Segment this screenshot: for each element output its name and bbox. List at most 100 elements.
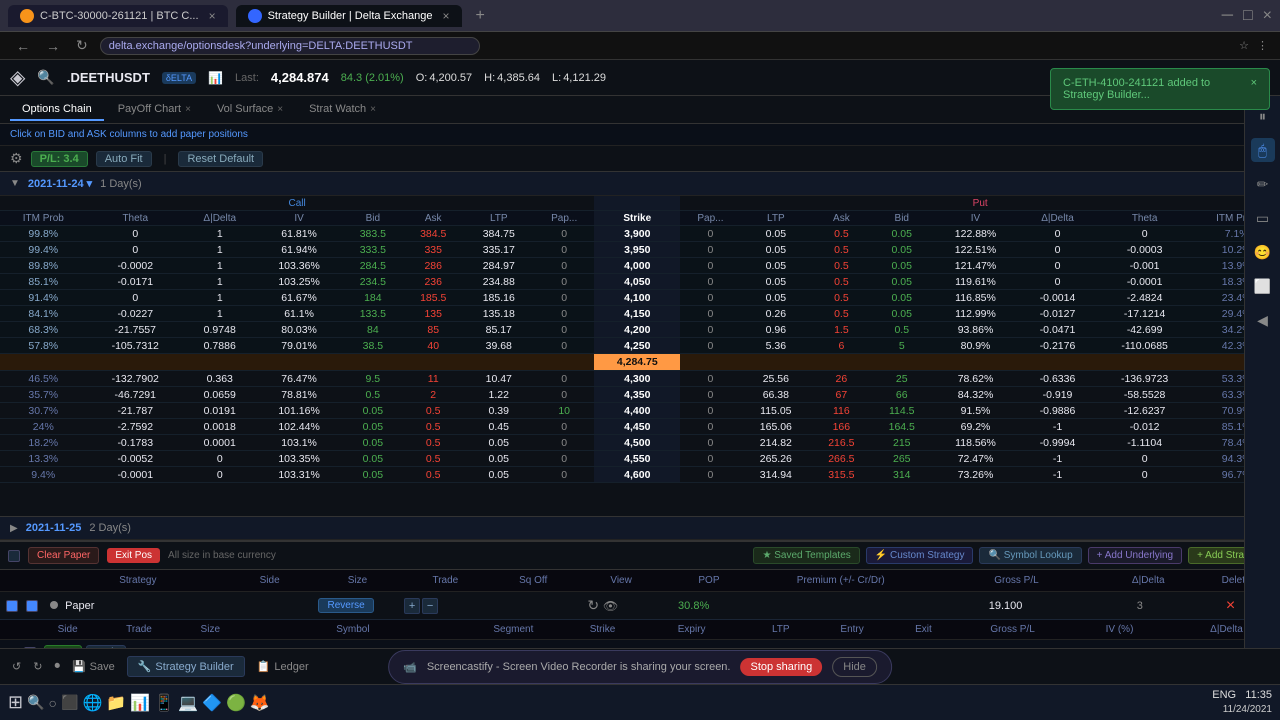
strike-cell[interactable]: 4,500 [594, 435, 680, 451]
minimize-btn[interactable]: ─ [1222, 7, 1233, 25]
call-ask-cell[interactable]: 2 [403, 387, 463, 403]
put-bid-cell[interactable]: 0.05 [872, 242, 932, 258]
call-ask-cell[interactable]: 286 [403, 258, 463, 274]
put-ask-cell[interactable]: 266.5 [811, 451, 871, 467]
excel-icon[interactable]: 📊 [130, 693, 150, 713]
col-put-bid[interactable]: Bid [872, 211, 932, 226]
symbol-lookup-btn[interactable]: 🔍 Symbol Lookup [979, 547, 1081, 564]
put-bid-cell[interactable]: 0.05 [872, 258, 932, 274]
tab-2-close[interactable]: × [442, 9, 449, 23]
clear-paper-btn[interactable]: Clear Paper [28, 547, 99, 564]
put-bid-cell[interactable]: 314 [872, 467, 932, 483]
put-ask-cell[interactable]: 67 [811, 387, 871, 403]
call-bid-cell[interactable]: 0.05 [343, 419, 403, 435]
bookmark-icon[interactable]: ☆ [1239, 39, 1249, 52]
edge-icon[interactable]: 🌐 [82, 693, 102, 713]
tab-payoff-close[interactable]: × [185, 104, 191, 115]
put-bid-cell[interactable]: 0.05 [872, 274, 932, 290]
strike-cell[interactable]: 4,250 [594, 338, 680, 354]
custom-strategy-btn[interactable]: ⚡ Custom Strategy [866, 547, 974, 564]
put-ask-cell[interactable]: 0.5 [811, 306, 871, 322]
record-btn[interactable]: ⏺ [54, 660, 60, 673]
reset-default-btn[interactable]: Reset Default [178, 151, 263, 167]
strategy-checkbox[interactable] [8, 550, 20, 562]
call-ask-cell[interactable]: 335 [403, 242, 463, 258]
call-ask-cell[interactable]: 85 [403, 322, 463, 338]
undo-btn[interactable]: ↺ [12, 660, 21, 673]
refresh-btn[interactable]: ↻ [72, 37, 92, 54]
expand-date-1[interactable]: ▼ [10, 178, 20, 189]
call-bid-cell[interactable]: 184 [343, 290, 403, 306]
new-tab-btn[interactable]: + [470, 7, 491, 25]
strike-cell[interactable]: 4,600 [594, 467, 680, 483]
strike-cell[interactable]: 4,400 [594, 403, 680, 419]
expiry-date-2[interactable]: 2021-11-25 [26, 522, 82, 534]
call-bid-cell[interactable]: 0.05 [343, 403, 403, 419]
strike-cell[interactable]: 4,300 [594, 371, 680, 387]
call-bid-cell[interactable]: 0.05 [343, 467, 403, 483]
put-bid-cell[interactable]: 265 [872, 451, 932, 467]
view-refresh-icon[interactable]: ↻ [587, 597, 599, 614]
search-taskbar-icon[interactable]: 🔍 [27, 694, 44, 711]
reverse-btn[interactable]: Reverse [318, 598, 373, 613]
symbol-label[interactable]: .DEETHUSDT [67, 70, 150, 85]
call-bid-cell[interactable]: 133.5 [343, 306, 403, 322]
call-ask-cell[interactable]: 0.5 [403, 467, 463, 483]
strike-cell[interactable]: 3,900 [594, 226, 680, 242]
expiry-date-1[interactable]: 2021-11-24 ▾ [28, 177, 92, 190]
tab-strat-close[interactable]: × [370, 104, 376, 115]
back-btn[interactable]: ← [12, 38, 34, 54]
put-bid-cell[interactable]: 0.05 [872, 290, 932, 306]
call-ask-cell[interactable]: 185.5 [403, 290, 463, 306]
call-bid-cell[interactable]: 0.05 [343, 451, 403, 467]
collapse-tool[interactable]: ◀ [1251, 308, 1275, 332]
settings-icon[interactable]: ⋮ [1257, 39, 1268, 52]
start-icon[interactable]: ⊞ [8, 692, 23, 713]
put-ask-cell[interactable]: 0.5 [811, 274, 871, 290]
strike-cell[interactable]: 4,000 [594, 258, 680, 274]
call-ask-cell[interactable]: 236 [403, 274, 463, 290]
app2-icon[interactable]: 💻 [178, 693, 198, 713]
cortana-icon[interactable]: ○ [49, 695, 57, 711]
put-bid-cell[interactable]: 215 [872, 435, 932, 451]
notification-close[interactable]: × [1251, 77, 1257, 89]
put-ask-cell[interactable]: 166 [811, 419, 871, 435]
address-input[interactable] [100, 37, 480, 55]
app3-icon[interactable]: 🔷 [202, 693, 222, 713]
call-bid-cell[interactable]: 84 [343, 322, 403, 338]
put-ask-cell[interactable]: 0.5 [811, 290, 871, 306]
app4-icon[interactable]: 🟢 [226, 693, 246, 713]
strike-cell[interactable]: 4,200 [594, 322, 680, 338]
col-call-bid[interactable]: Bid [343, 211, 403, 226]
hide-btn[interactable]: Hide [832, 657, 877, 677]
strike-cell[interactable]: 4,100 [594, 290, 680, 306]
options-scroll[interactable]: Call Put ITM Prob Theta Δ|Delta IV Bid A… [0, 196, 1280, 516]
call-bid-cell[interactable]: 38.5 [343, 338, 403, 354]
pen-tool[interactable]: ✏ [1251, 172, 1275, 196]
put-ask-cell[interactable]: 0.5 [811, 242, 871, 258]
ledger-btn[interactable]: 📋 Ledger [257, 660, 309, 673]
rectangle-tool[interactable]: ▭ [1251, 206, 1275, 230]
chart-icon[interactable]: 📊 [208, 71, 223, 85]
put-bid-cell[interactable]: 66 [872, 387, 932, 403]
put-bid-cell[interactable]: 0.5 [872, 322, 932, 338]
call-ask-cell[interactable]: 0.5 [403, 435, 463, 451]
close-window-btn[interactable]: × [1263, 7, 1272, 25]
paper-row-checkbox2[interactable] [26, 600, 38, 612]
strike-cell[interactable]: 4,550 [594, 451, 680, 467]
call-ask-cell[interactable]: 0.5 [403, 451, 463, 467]
tab-options-chain[interactable]: Options Chain [10, 99, 104, 121]
call-ask-cell[interactable]: 384.5 [403, 226, 463, 242]
call-bid-cell[interactable]: 333.5 [343, 242, 403, 258]
app1-icon[interactable]: 📱 [154, 693, 174, 713]
call-bid-cell[interactable]: 284.5 [343, 258, 403, 274]
add-underlying-btn[interactable]: + Add Underlying [1088, 547, 1182, 564]
saved-templates-btn[interactable]: ★ Saved Templates [753, 547, 859, 564]
redo-btn[interactable]: ↻ [33, 660, 42, 673]
put-ask-cell[interactable]: 116 [811, 403, 871, 419]
put-bid-cell[interactable]: 0.05 [872, 306, 932, 322]
folder-icon[interactable]: 📁 [106, 693, 126, 713]
call-ask-cell[interactable]: 11 [403, 371, 463, 387]
put-ask-cell[interactable]: 0.5 [811, 258, 871, 274]
tab-vol-surface[interactable]: Vol Surface× [205, 99, 295, 121]
